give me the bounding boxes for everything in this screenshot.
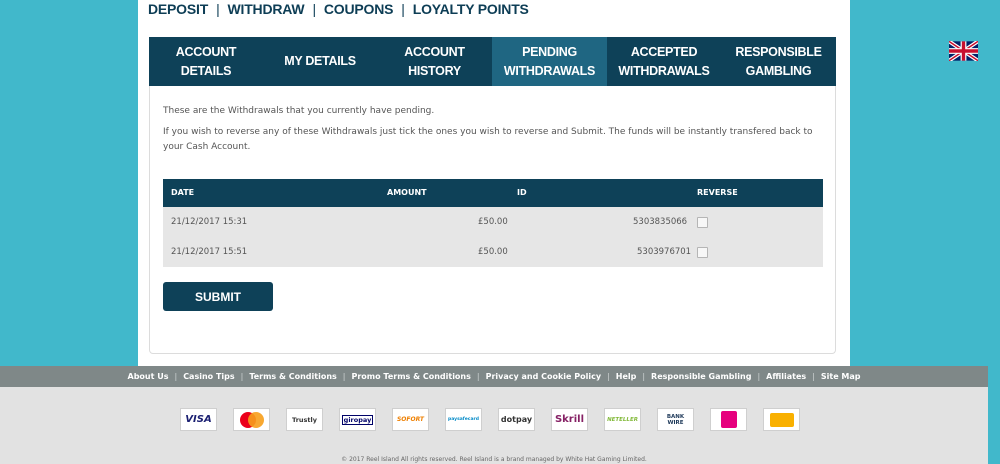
withdrawal-amount: £50.00 bbox=[478, 217, 508, 227]
reverse-checkbox[interactable] bbox=[697, 217, 708, 228]
neteller-icon: NETELLER bbox=[604, 408, 641, 431]
mastercard-icon bbox=[233, 408, 270, 431]
nav-separator: | bbox=[312, 1, 316, 17]
account-top-nav: Deposit | Withdraw | Coupons | Loyalty P… bbox=[148, 0, 529, 18]
trustly-icon: Trustly bbox=[286, 408, 323, 431]
prepaid-card-icon bbox=[763, 408, 800, 431]
footer-link-help[interactable]: Help bbox=[616, 372, 637, 381]
bank-wire-icon: BANK WIRE bbox=[657, 408, 694, 431]
coupons-link[interactable]: Coupons bbox=[324, 1, 394, 17]
tab-label: My Details bbox=[284, 54, 356, 68]
tab-responsible-gambling[interactable]: Responsible Gambling bbox=[721, 37, 836, 86]
footer: VISA Trustly giropay SOFORT paysafecard … bbox=[0, 387, 988, 464]
instructions-text: If you wish to reverse any of these With… bbox=[163, 127, 813, 152]
deposit-link[interactable]: Deposit bbox=[148, 1, 208, 17]
skrill-icon: Skrill bbox=[551, 408, 588, 431]
tab-account-history[interactable]: Account History bbox=[377, 37, 492, 86]
reverse-checkbox[interactable] bbox=[697, 247, 708, 258]
sofort-icon: SOFORT bbox=[392, 408, 429, 431]
footer-link-affiliates[interactable]: Affiliates bbox=[766, 372, 806, 381]
table-header: DATE AMOUNT ID REVERSE bbox=[163, 179, 823, 207]
footer-link-casino-tips[interactable]: Casino Tips bbox=[183, 372, 234, 381]
footer-link-privacy[interactable]: Privacy and Cookie Policy bbox=[486, 372, 601, 381]
footer-links: About Us | Casino Tips | Terms & Condition… bbox=[0, 366, 988, 387]
column-header-reverse: REVERSE bbox=[697, 188, 738, 197]
uk-flag-icon[interactable] bbox=[949, 41, 978, 61]
withdrawal-date: 21/12/2017 15:51 bbox=[171, 247, 248, 257]
visa-icon: VISA bbox=[180, 408, 217, 431]
account-tabs: Account Details My Details Account Histo… bbox=[149, 37, 836, 86]
payment-methods: VISA Trustly giropay SOFORT paysafecard … bbox=[180, 408, 800, 431]
column-header-date: DATE bbox=[171, 188, 195, 197]
dotpay-icon: dotpay bbox=[498, 408, 535, 431]
tab-label: Account Details bbox=[175, 44, 237, 78]
shopping-bag-icon bbox=[710, 408, 747, 431]
copyright-text: © 2017 Reel Island All rights reserved. … bbox=[341, 456, 647, 463]
withdrawal-amount: £50.00 bbox=[478, 247, 508, 257]
intro-text: These are the Withdrawals that you curre… bbox=[163, 106, 435, 116]
tab-pending-withdrawals[interactable]: Pending Withdrawals bbox=[492, 37, 607, 86]
loyalty-points-link[interactable]: Loyalty Points bbox=[413, 1, 529, 17]
tab-label: Account History bbox=[404, 44, 465, 78]
tab-label: Responsible Gambling bbox=[735, 44, 822, 78]
giropay-icon: giropay bbox=[339, 408, 376, 431]
footer-link-responsible-gambling[interactable]: Responsible Gambling bbox=[651, 372, 751, 381]
table-row: 21/12/2017 15:31 £50.00 5303835066 bbox=[163, 207, 823, 237]
tab-label: Pending Withdrawals bbox=[503, 44, 596, 78]
nav-separator: | bbox=[401, 1, 405, 17]
withdrawal-date: 21/12/2017 15:31 bbox=[171, 217, 248, 227]
footer-link-site-map[interactable]: Site Map bbox=[821, 372, 861, 381]
column-header-amount: AMOUNT bbox=[387, 188, 427, 197]
footer-link-about-us[interactable]: About Us bbox=[128, 372, 169, 381]
tab-label: Accepted Withdrawals bbox=[618, 44, 710, 78]
column-header-id: ID bbox=[517, 188, 527, 197]
withdrawal-id: 5303835066 bbox=[633, 217, 688, 227]
tab-accepted-withdrawals[interactable]: Accepted Withdrawals bbox=[607, 37, 721, 86]
footer-link-promo-terms[interactable]: Promo Terms & Conditions bbox=[352, 372, 471, 381]
paysafecard-icon: paysafecard bbox=[445, 408, 482, 431]
submit-button[interactable]: SUBMIT bbox=[163, 282, 273, 311]
withdraw-link[interactable]: Withdraw bbox=[228, 1, 305, 17]
pending-withdrawals-table: DATE AMOUNT ID REVERSE 21/12/2017 15:31 … bbox=[163, 179, 823, 267]
tab-account-details[interactable]: Account Details bbox=[149, 37, 263, 86]
footer-link-terms[interactable]: Terms & Conditions bbox=[249, 372, 336, 381]
tab-my-details[interactable]: My Details bbox=[263, 37, 377, 86]
withdrawal-id: 5303976701 bbox=[637, 247, 692, 257]
nav-separator: | bbox=[216, 1, 220, 17]
table-row: 21/12/2017 15:51 £50.00 5303976701 bbox=[163, 237, 823, 267]
